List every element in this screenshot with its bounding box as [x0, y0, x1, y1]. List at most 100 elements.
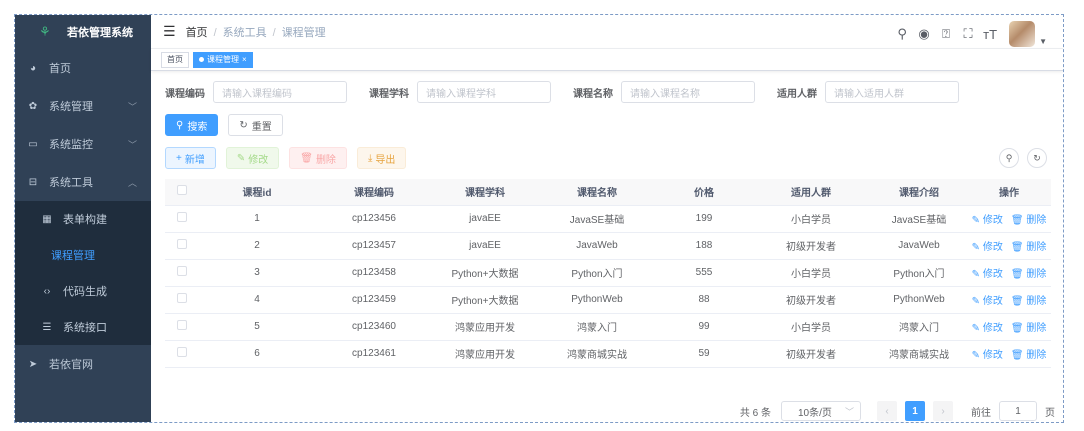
sidebar-item-label: 系统管理: [49, 101, 93, 113]
select-all-checkbox[interactable]: [177, 185, 187, 196]
page-number-button[interactable]: 1: [905, 401, 925, 421]
page-suffix: 页: [1045, 407, 1055, 419]
add-button[interactable]: + 新增: [165, 147, 216, 169]
sidebar-item-home[interactable]: ◕ 首页: [15, 49, 151, 87]
table-row: 4 cp123459 Python+大数据 PythonWeb 88 初级开发者…: [165, 286, 1051, 314]
trash-icon: 🗑: [1010, 296, 1024, 307]
reset-button[interactable]: ↻ 重置: [228, 114, 283, 136]
field-label: 适用人群: [777, 88, 817, 100]
prev-page-button[interactable]: ‹: [877, 401, 897, 421]
delete-button[interactable]: 🗑 删除: [289, 147, 347, 169]
avatar[interactable]: [1009, 21, 1036, 47]
page-size-select[interactable]: 10条/页 ﹀: [781, 401, 861, 421]
header-intro: 课程介绍: [871, 179, 967, 206]
row-checkbox[interactable]: [177, 293, 187, 303]
row-checkbox[interactable]: [177, 266, 187, 276]
font-size-icon[interactable]: тT: [979, 27, 1001, 42]
link-label: 删除: [1026, 215, 1047, 226]
button-label: 导出: [375, 154, 396, 166]
fullscreen-icon[interactable]: ⛶: [957, 26, 979, 42]
cell-name: Python入门: [537, 259, 657, 287]
row-checkbox[interactable]: [177, 212, 187, 222]
edit-icon: ✎: [971, 242, 981, 253]
target-group-input[interactable]: 请输入适用人群: [825, 81, 959, 103]
sidebar-item-api[interactable]: ☰ 系统接口: [15, 309, 151, 345]
tags-view: 首页 课程管理 ×: [151, 49, 1063, 71]
caret-down-icon[interactable]: ▼: [1039, 37, 1047, 46]
cell-id: 1: [199, 205, 315, 233]
row-delete-link[interactable]: 🗑 删除: [1011, 242, 1046, 253]
trash-icon: 🗑: [1010, 269, 1024, 280]
sidebar-item-system[interactable]: ✿ 系统管理 ﹀: [15, 87, 151, 125]
field-label: 课程编码: [165, 88, 205, 100]
export-button[interactable]: ⤓ 导出: [356, 147, 407, 169]
trash-icon: 🗑: [1010, 215, 1024, 226]
cell-code: cp123461: [315, 340, 433, 368]
trash-icon: 🗑: [1010, 242, 1024, 253]
code-icon: ‹›: [43, 285, 51, 297]
tag-current[interactable]: 课程管理 ×: [193, 51, 253, 68]
edit-icon: ✎: [971, 296, 981, 307]
right-menu: ⚲ ◉ ⍰ ⛶ тT ▼: [891, 21, 1047, 47]
refresh-icon: ↻: [239, 119, 248, 131]
row-checkbox[interactable]: [177, 320, 187, 330]
cell-group: 小白学员: [751, 313, 871, 341]
refresh-button[interactable]: ↻: [1027, 148, 1047, 168]
form-item-group: 适用人群 请输入适用人群: [777, 81, 959, 103]
row-delete-link[interactable]: 🗑 删除: [1011, 323, 1046, 334]
row-edit-link[interactable]: ✎ 修改: [972, 296, 1003, 307]
cell-id: 6: [199, 340, 315, 368]
github-icon[interactable]: ◉: [913, 26, 935, 42]
field-label: 课程学科: [369, 88, 409, 100]
tag-home[interactable]: 首页: [161, 51, 189, 68]
sidebar-item-codegen[interactable]: ‹› 代码生成: [15, 273, 151, 309]
course-subject-input[interactable]: 请输入课程学科: [417, 81, 551, 103]
cell-price: 59: [657, 340, 751, 368]
sidebar-item-monitor[interactable]: ▭ 系统监控 ﹀: [15, 125, 151, 163]
row-checkbox[interactable]: [177, 347, 187, 357]
refresh-icon: ↻: [1033, 152, 1041, 163]
breadcrumb-home[interactable]: 首页: [186, 27, 208, 39]
cell-intro: PythonWeb: [871, 286, 967, 314]
course-code-input[interactable]: 请输入课程编码: [213, 81, 347, 103]
row-delete-link[interactable]: 🗑 删除: [1011, 350, 1046, 361]
goto-page-input[interactable]: 1: [999, 401, 1037, 421]
hamburger-icon[interactable]: ☰: [163, 23, 176, 40]
table-row: 3 cp123458 Python+大数据 Python入门 555 小白学员 …: [165, 259, 1051, 287]
sidebar-item-label: 系统接口: [63, 322, 107, 334]
search-icon[interactable]: ⚲: [891, 26, 913, 42]
row-select-cell: [165, 205, 199, 233]
row-checkbox[interactable]: [177, 239, 187, 249]
edit-icon: ✎: [971, 350, 981, 361]
row-edit-link[interactable]: ✎ 修改: [972, 269, 1003, 280]
search-button[interactable]: ⚲ 搜索: [165, 114, 219, 136]
sidebar-item-tools[interactable]: ⊟ 系统工具 ︿: [15, 163, 151, 201]
next-page-button[interactable]: ›: [933, 401, 953, 421]
sidebar-item-course[interactable]: 课程管理: [15, 237, 151, 273]
row-delete-link[interactable]: 🗑 删除: [1011, 215, 1046, 226]
close-icon[interactable]: ×: [242, 55, 247, 64]
row-edit-link[interactable]: ✎ 修改: [972, 350, 1003, 361]
search-buttons: ⚲ 搜索 ↻ 重置: [165, 113, 1049, 137]
row-edit-link[interactable]: ✎ 修改: [972, 242, 1003, 253]
edit-button[interactable]: ✎ 修改: [225, 147, 280, 169]
course-name-input[interactable]: 请输入课程名称: [621, 81, 755, 103]
sidebar-item-site[interactable]: ➤ 若依官网: [15, 345, 151, 383]
sidebar-item-form-build[interactable]: ▦ 表单构建: [15, 201, 151, 237]
row-edit-link[interactable]: ✎ 修改: [972, 323, 1003, 334]
link-label: 修改: [982, 350, 1003, 361]
row-delete-link[interactable]: 🗑 删除: [1011, 269, 1046, 280]
row-delete-link[interactable]: 🗑 删除: [1011, 296, 1046, 307]
app-logo[interactable]: ⚘ 若依管理系统: [15, 15, 151, 49]
sidebar-item-label: 若依官网: [49, 359, 93, 371]
cell-name: 鸿蒙商城实战: [537, 340, 657, 368]
edit-icon: ✎: [236, 152, 246, 164]
row-select-cell: [165, 259, 199, 287]
link-label: 修改: [982, 269, 1003, 280]
help-icon[interactable]: ⍰: [935, 26, 957, 42]
toggle-search-button[interactable]: ⚲: [999, 148, 1019, 168]
logo-icon: ⚘: [39, 24, 51, 39]
cell-group: 初级开发者: [751, 340, 871, 368]
row-edit-link[interactable]: ✎ 修改: [972, 215, 1003, 226]
breadcrumb-separator: /: [272, 26, 276, 39]
